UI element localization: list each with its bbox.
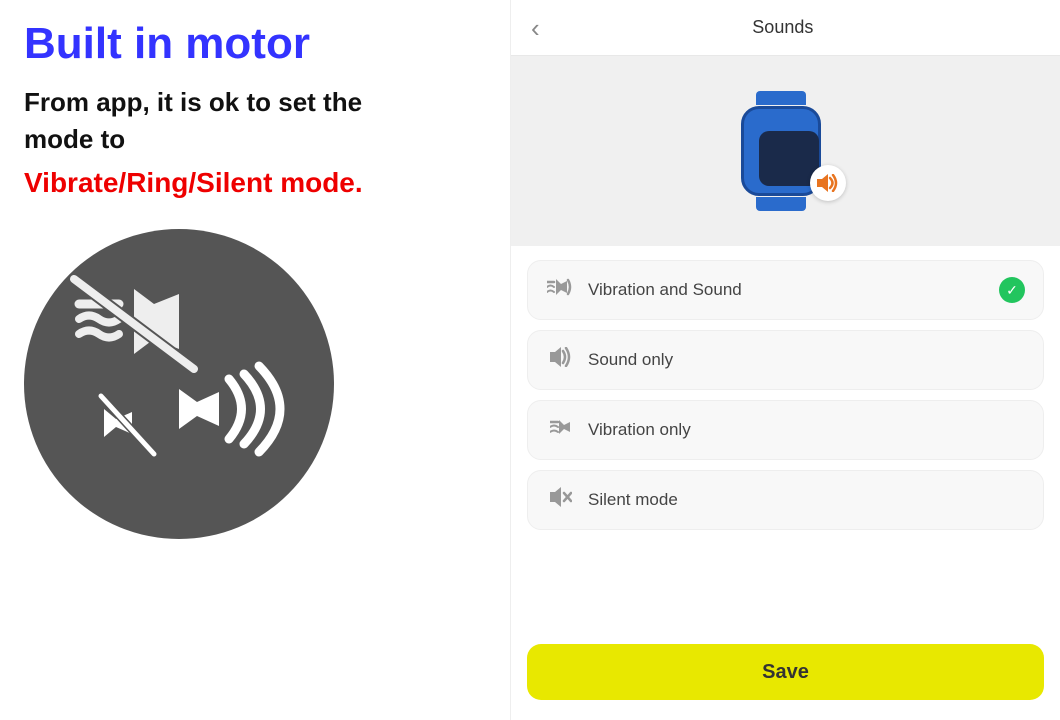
- option-vibration-only[interactable]: Vibration only: [527, 400, 1044, 460]
- watch-band-top: [756, 91, 806, 105]
- sound-only-icon: [546, 347, 574, 373]
- selected-check-icon: ✓: [999, 277, 1025, 303]
- watch-band-bottom: [756, 197, 806, 211]
- sound-badge: [810, 165, 846, 201]
- speaker-icon: [817, 174, 839, 192]
- option-vibration-only-label: Vibration only: [588, 420, 1025, 440]
- panel-title: Sounds: [550, 17, 1016, 38]
- option-silent-mode-label: Silent mode: [588, 490, 1025, 510]
- page-title: Built in motor: [24, 20, 310, 68]
- motor-icon-circle: [24, 229, 334, 539]
- option-sound-only-label: Sound only: [588, 350, 1025, 370]
- description-text1: From app, it is ok to set the: [24, 87, 362, 117]
- watch-preview: [511, 56, 1060, 246]
- vibration-sound-icon: [546, 277, 574, 303]
- option-vibration-sound-label: Vibration and Sound: [588, 280, 999, 300]
- save-button[interactable]: Save: [527, 644, 1044, 700]
- motor-illustration: [49, 254, 309, 514]
- highlight-text: Vibrate/Ring/Silent mode.: [24, 167, 363, 199]
- option-vibration-sound[interactable]: Vibration and Sound ✓: [527, 260, 1044, 320]
- left-panel: Built in motor From app, it is ok to set…: [0, 0, 510, 720]
- silent-mode-icon: [546, 487, 574, 513]
- description-text2: mode to: [24, 124, 125, 154]
- watch-body: [741, 106, 821, 196]
- top-bar: ‹ Sounds: [511, 0, 1060, 56]
- description: From app, it is ok to set the mode to: [24, 84, 362, 157]
- option-silent-mode[interactable]: Silent mode: [527, 470, 1044, 530]
- options-list: Vibration and Sound ✓ Sound only: [511, 246, 1060, 644]
- option-sound-only[interactable]: Sound only: [527, 330, 1044, 390]
- right-panel: ‹ Sounds: [510, 0, 1060, 720]
- back-button[interactable]: ‹: [531, 11, 550, 45]
- watch-screen: [759, 131, 819, 186]
- vibration-only-icon: [546, 417, 574, 443]
- watch-illustration: [736, 101, 836, 201]
